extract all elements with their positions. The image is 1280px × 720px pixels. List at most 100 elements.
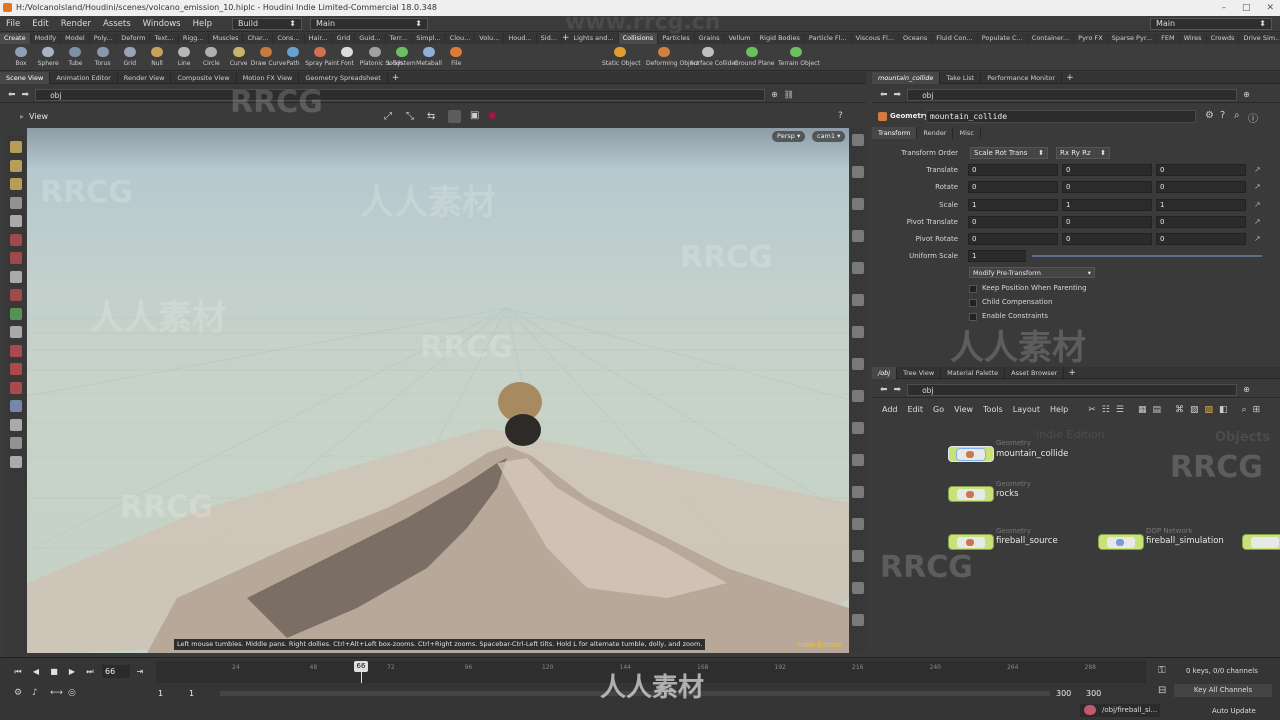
tab-mountain-collide[interactable]: mountain_collide — [872, 71, 941, 84]
shelf-tab-muscles[interactable]: Muscles — [209, 33, 244, 44]
param-field-x[interactable]: 0 — [968, 164, 1058, 176]
tool-box[interactable]: Box — [6, 44, 36, 71]
search-icon[interactable]: ⌕ — [1242, 405, 1247, 415]
channel-icon[interactable]: ↗ — [1254, 200, 1261, 209]
menu-windows[interactable]: Windows — [137, 16, 187, 32]
left-tool-select-icon[interactable] — [10, 159, 22, 172]
frame-ruler[interactable]: 24 48 72 96 120 144 168 192 216 240 264 288 66 — [156, 661, 1146, 683]
uniform-scale-slider[interactable] — [1032, 255, 1262, 257]
right-tool-lock-camera-icon[interactable] — [852, 230, 864, 242]
pin-icon[interactable]: ⊕ — [1243, 90, 1250, 99]
swatch-icon[interactable]: ◧ — [1219, 405, 1228, 415]
right-tool-render-region-icon[interactable] — [852, 614, 864, 626]
param-field-y[interactable]: 1 — [1062, 198, 1152, 211]
left-tool-handle-icon[interactable] — [10, 141, 22, 153]
channel-icon[interactable]: ↗ — [1254, 182, 1261, 191]
forward-arrow-icon[interactable]: ➡ — [22, 90, 30, 100]
tab-obj[interactable]: /obj — [872, 366, 898, 379]
right-tool-shaded-icon[interactable] — [852, 198, 864, 210]
tab-take-list[interactable]: Take List — [940, 71, 982, 84]
add-tab-icon[interactable]: + — [1064, 368, 1080, 378]
sticky-note-icon[interactable]: ▧ — [1190, 405, 1199, 415]
network-menu-add[interactable]: Add — [882, 405, 898, 414]
param-field-y[interactable]: 0 — [1062, 233, 1152, 246]
grid-icon[interactable]: ▦ — [1138, 405, 1147, 415]
left-path-field[interactable]: obj — [35, 88, 766, 101]
desktop-selector[interactable]: Main ⬍ — [309, 17, 428, 30]
stop-button[interactable]: ■ — [48, 667, 60, 677]
tool-torus[interactable]: Torus — [88, 44, 118, 71]
param-field-y[interactable]: 0 — [1062, 181, 1152, 194]
step-frame-button[interactable]: ⇥ — [134, 667, 146, 677]
param-field-z[interactable]: 0 — [1156, 181, 1246, 194]
shelf-tab-grains[interactable]: Grains — [695, 33, 725, 44]
left-tool-bone-icon[interactable] — [10, 307, 22, 320]
shelf-tab-cons[interactable]: Cons... — [273, 33, 305, 44]
shelf-tab-rigid-bodies[interactable]: Rigid Bodies — [756, 33, 805, 44]
left-tool-camera-icon[interactable] — [10, 400, 22, 412]
network-view-icon[interactable]: ⌘ — [1175, 405, 1184, 415]
shelf-tab-sid[interactable]: Sid... — [537, 33, 562, 44]
scene-viewport[interactable]: Persp ▾ cam1 ▾ — [27, 128, 849, 653]
pin-icon[interactable]: ⊕ — [771, 90, 778, 99]
channel-icon[interactable]: ↗ — [1254, 234, 1261, 243]
add-tab-icon[interactable]: + — [1062, 73, 1078, 83]
shelf-tab-houd[interactable]: Houd... — [504, 33, 537, 44]
tab-performance-monitor[interactable]: Performance Monitor — [981, 71, 1063, 84]
layout-icon[interactable]: ▤ — [1152, 405, 1161, 415]
list-icon[interactable]: ☰ — [1116, 405, 1124, 415]
shelf-tab-simpl[interactable]: Simpl... — [412, 33, 446, 44]
shelf-tab-rigg[interactable]: Rigg... — [179, 33, 209, 44]
tools-icon[interactable]: ✂ — [1088, 405, 1096, 415]
menu-assets[interactable]: Assets — [97, 16, 137, 32]
select-mode-icon[interactable]: ⤢ — [384, 111, 392, 122]
right-desktop-selector[interactable]: Main ⬍ — [1150, 17, 1272, 30]
tool-sphere[interactable]: Sphere — [33, 44, 63, 71]
range-end-field[interactable]: 300 — [1056, 689, 1071, 698]
tab-geometry-spreadsheet[interactable]: Geometry Spreadsheet — [299, 71, 388, 84]
viewport-menu-icon[interactable]: ▸ — [20, 112, 24, 121]
tool-metaball[interactable]: Metaball — [414, 44, 444, 71]
child-compensation-checkbox[interactable] — [969, 299, 977, 307]
jump-end-button[interactable]: ⏭ — [84, 667, 96, 677]
forward-arrow-icon[interactable]: ➡ — [894, 90, 902, 100]
shelf-tab-pyro-fx[interactable]: Pyro FX — [1074, 33, 1108, 44]
channel-icon[interactable]: ↗ — [1254, 217, 1261, 226]
left-tool-view-icon[interactable] — [10, 326, 22, 338]
node-fireball-source[interactable] — [948, 534, 994, 550]
menu-render[interactable]: Render — [55, 16, 97, 32]
key-all-channels-button[interactable]: Key All Channels — [1174, 684, 1272, 697]
left-tool-magnet-icon[interactable] — [10, 363, 22, 375]
left-tool-orient-icon[interactable] — [10, 270, 22, 283]
network-menu-view[interactable]: View — [954, 405, 973, 414]
viewport-help-icon[interactable]: ? — [838, 111, 843, 121]
end-frame-field[interactable]: 300 — [1086, 689, 1101, 698]
network-menu-tools[interactable]: Tools — [983, 405, 1003, 414]
shelf-tab-collisions[interactable]: Collisions — [618, 33, 659, 44]
link-icon[interactable]: ⛓ — [784, 90, 794, 99]
build-selector[interactable]: Build ⬍ — [231, 17, 302, 30]
shelf-tab-grid[interactable]: Grid — [333, 33, 356, 44]
transform-order-select[interactable]: Scale Rot Trans ⬍ — [970, 147, 1048, 159]
left-tool-move-icon[interactable] — [10, 178, 22, 190]
param-field-z[interactable]: 0 — [1156, 215, 1246, 228]
left-tool-sculpt-icon[interactable] — [10, 289, 22, 301]
tab-render-view[interactable]: Render View — [118, 71, 172, 84]
shelf-tab-sparse-pyr[interactable]: Sparse Pyr... — [1108, 33, 1158, 44]
lock-icon[interactable]: ▣ — [470, 110, 479, 121]
network-menu-help[interactable]: Help — [1050, 405, 1068, 414]
tool-circle[interactable]: Circle — [196, 44, 226, 71]
shelf-tab-clou[interactable]: Clou... — [446, 33, 476, 44]
forward-arrow-icon[interactable]: ➡ — [894, 385, 902, 395]
tab-asset-browser[interactable]: Asset Browser — [1005, 366, 1065, 379]
node-name-field[interactable]: mountain_collide — [926, 110, 1196, 123]
tool-tube[interactable]: Tube — [60, 44, 90, 71]
tab-motion-fx-view[interactable]: Motion FX View — [237, 71, 300, 84]
param-field-x[interactable]: 1 — [968, 198, 1058, 211]
back-arrow-icon[interactable]: ⬅ — [880, 385, 888, 395]
tool-ground-plane[interactable]: Ground Plane — [734, 44, 774, 71]
shelf-tab-char[interactable]: Char... — [243, 33, 274, 44]
left-tool-rotate-icon[interactable] — [10, 344, 22, 357]
tool-font[interactable]: Font — [332, 44, 362, 71]
display-mode-icon[interactable] — [448, 110, 461, 123]
